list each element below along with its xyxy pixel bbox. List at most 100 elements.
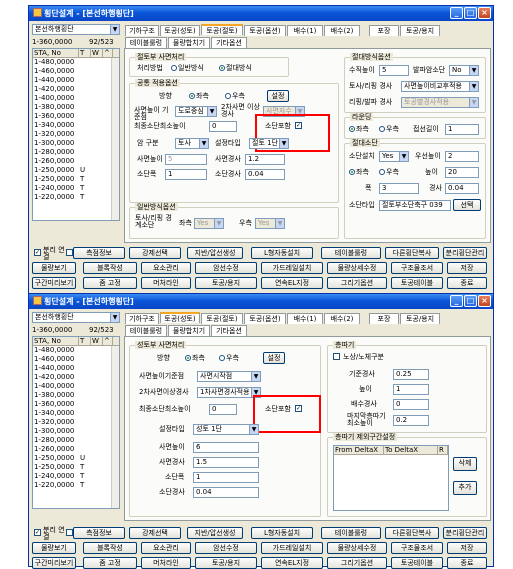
add-button[interactable]: 추가 <box>453 481 477 495</box>
tab-cut[interactable]: 토공(절토) <box>201 24 243 35</box>
round-right-radio[interactable]: 우측 <box>379 125 399 134</box>
tab-pavement-2[interactable]: 포장 <box>369 313 399 324</box>
action-button[interactable]: 그리기옵션 <box>327 277 387 289</box>
tab-pavement[interactable]: 포장 <box>369 25 399 36</box>
tab-options[interactable]: 토공(옵션) <box>244 25 286 36</box>
list-item[interactable]: 1-250,0000 T <box>33 175 119 184</box>
min-height-input-2[interactable]: 0 <box>209 404 237 415</box>
list-item[interactable]: 1-240,0000 T <box>33 184 119 193</box>
list-item[interactable]: 1-400,0000 <box>33 382 119 391</box>
list-item[interactable]: 1-480,0000 <box>33 346 119 355</box>
maximize-button[interactable]: □ <box>464 7 477 19</box>
tab-other-2[interactable]: 기타옵션 <box>211 325 247 336</box>
list-item[interactable]: 1-360,0000 <box>33 112 119 121</box>
action-button[interactable]: 강제선택 <box>129 527 181 539</box>
slope-ref-select-2[interactable]: 사면시작점 ▼ <box>197 371 261 382</box>
action-button[interactable]: 강제선택 <box>129 247 181 259</box>
action-button[interactable]: 다른횡단복사 <box>385 247 439 259</box>
tab-geometry-2[interactable]: 기하구조 <box>125 313 159 324</box>
tab-table[interactable]: 테이블룰렁 <box>125 37 167 48</box>
list-item[interactable]: 1-480,0000 <box>33 58 119 67</box>
action-button[interactable]: 구조물조서 <box>391 262 443 274</box>
normal-right-select[interactable]: Yes ▼ <box>255 218 285 229</box>
tab-drain1-2[interactable]: 배수(1) <box>287 313 323 324</box>
list-scrollbar[interactable] <box>111 58 119 220</box>
list-item[interactable]: 1-220,0000 T <box>33 481 119 490</box>
list-item[interactable]: 1-460,0000 <box>33 355 119 364</box>
list-item[interactable]: 1-420,0000 <box>33 85 119 94</box>
action-button[interactable]: 요소관리 <box>141 542 191 554</box>
action-button[interactable]: 분리횡단관리 <box>443 527 487 539</box>
right-radio-2[interactable]: 우측 <box>219 354 239 363</box>
list-item[interactable]: 1-320,0000 <box>33 418 119 427</box>
slope-height-ref-select[interactable]: 도로중심 ▼ <box>175 106 217 117</box>
action-button[interactable]: 암선수정 <box>195 542 257 554</box>
tab-earth-land[interactable]: 토공/용지 <box>400 25 440 36</box>
tab-cut-2[interactable]: 토공(절토) <box>201 313 243 324</box>
left-radio-2[interactable]: 좌측 <box>185 354 205 363</box>
berm-width-input-2[interactable]: 1 <box>193 472 259 483</box>
action-button[interactable]: L형자동설치 <box>251 247 313 259</box>
berm-right-radio[interactable]: 우측 <box>379 168 399 177</box>
action-button[interactable]: 분리횡단관리 <box>443 247 487 259</box>
action-button[interactable]: 저장 <box>447 262 487 274</box>
priority-height-input[interactable]: 2 <box>445 151 479 162</box>
drain-grade-input[interactable]: 0 <box>393 399 429 410</box>
action-button[interactable]: 구조물조서 <box>391 542 443 554</box>
tab-fill[interactable]: 토공(성토) <box>160 25 200 36</box>
list-item[interactable]: 1-420,0000 <box>33 373 119 382</box>
action-button[interactable]: 요소관리 <box>141 262 191 274</box>
split-connect-checkbox-b[interactable]: ✓ <box>34 529 41 536</box>
action-button[interactable]: 물량보기 <box>32 262 76 274</box>
action-button[interactable]: 줌 고정 <box>83 557 137 569</box>
tangent-length-input[interactable]: 1 <box>445 124 479 135</box>
bench-height-input[interactable]: 1 <box>393 384 429 395</box>
tab-drain2[interactable]: 배수(2) <box>324 25 360 36</box>
blast-berm-select[interactable]: No ▼ <box>449 65 479 76</box>
tab-geometry[interactable]: 기하구조 <box>125 25 159 36</box>
list-item[interactable]: 1-340,0000 <box>33 409 119 418</box>
action-button[interactable]: 종료 <box>447 277 487 289</box>
set-button-2[interactable]: 설정 <box>263 352 285 364</box>
list-item[interactable]: 1-460,0000 <box>33 67 119 76</box>
select-button[interactable]: 선택 <box>453 199 481 211</box>
list-item[interactable]: 1-380,0000 <box>33 391 119 400</box>
exclusion-table[interactable]: From DeltaX To DeltaX R <box>333 445 449 511</box>
action-button[interactable]: 종료 <box>447 557 487 569</box>
list-item[interactable]: 1-440,0000 <box>33 364 119 373</box>
action-button[interactable]: 그리기옵션 <box>327 557 387 569</box>
list-item[interactable]: 1-340,0000 <box>33 121 119 130</box>
right-radio[interactable]: 우측 <box>225 92 245 101</box>
slope-height-input[interactable]: 5 <box>165 154 207 165</box>
absolute-method-radio[interactable]: 절대방식 <box>219 64 252 73</box>
abs-berm-grade-input[interactable]: 0.04 <box>445 183 479 194</box>
slope-grade-input[interactable]: 1.2 <box>245 154 285 165</box>
slope-grade-input-2[interactable]: 1.5 <box>193 457 259 468</box>
abs-berm-width-input[interactable]: 3 <box>379 183 419 194</box>
action-button[interactable]: 저장 <box>447 542 487 554</box>
last-bench-input[interactable]: 0.2 <box>393 415 429 426</box>
minimize-button-2[interactable]: _ <box>450 295 463 307</box>
action-button[interactable]: 토공/용지 <box>195 557 257 569</box>
split-connect-checkbox-b2[interactable] <box>66 529 73 536</box>
split-connect-checkbox[interactable]: ✓ <box>34 249 41 256</box>
action-button[interactable]: 측점정보 <box>73 247 125 259</box>
list-item[interactable]: 1-280,0000 <box>33 436 119 445</box>
berm-install-select[interactable]: Yes ▼ <box>379 151 409 162</box>
subgrade-checkbox[interactable] <box>333 353 340 360</box>
action-button[interactable]: 물량상세수정 <box>327 262 387 274</box>
list-item[interactable]: 1-240,0000 T <box>33 472 119 481</box>
berm-height-input[interactable]: 20 <box>445 167 479 178</box>
normal-left-select[interactable]: Yes ▼ <box>194 218 224 229</box>
set-button[interactable]: 설정 <box>267 90 289 102</box>
tab-drain1[interactable]: 배수(1) <box>287 25 323 36</box>
list-item[interactable]: 1-260,0000 <box>33 445 119 454</box>
list-item[interactable]: 1-300,0000 <box>33 139 119 148</box>
set-type-select-2[interactable]: 성토 1단 ▼ <box>193 424 259 435</box>
alignment-select[interactable]: 본선하행횡단 ▼ <box>32 24 120 35</box>
tab-table-2[interactable]: 테이블룰렁 <box>125 325 167 336</box>
action-button[interactable]: 지반/압선생성 <box>187 527 243 539</box>
list-item[interactable]: 1-440,0000 <box>33 76 119 85</box>
action-button[interactable]: 줌 고정 <box>83 277 137 289</box>
tab-other[interactable]: 기타옵션 <box>211 37 247 48</box>
